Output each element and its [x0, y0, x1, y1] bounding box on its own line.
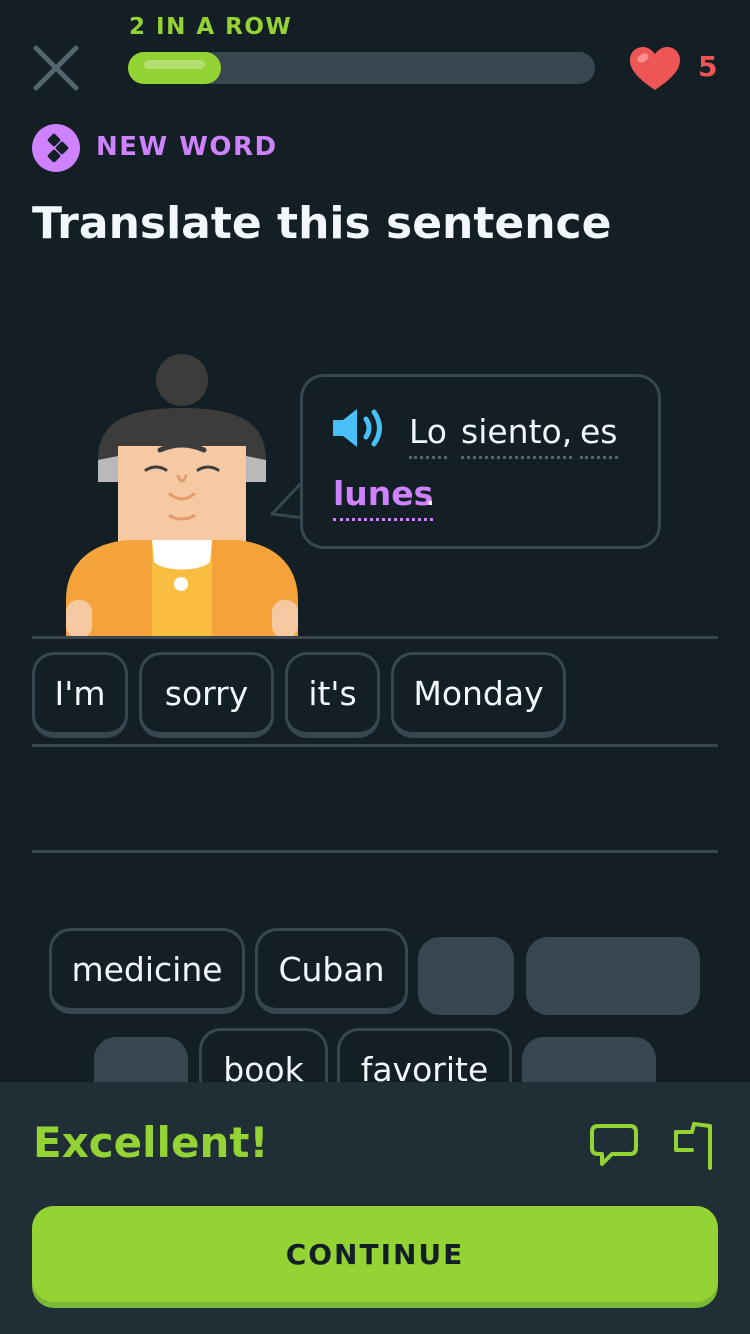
streak-label: 2 IN A ROW [129, 14, 293, 40]
prompt-word[interactable]: es [580, 412, 618, 459]
prompt-word[interactable]: Lo [409, 412, 447, 459]
new-word-badge: NEW WORD [96, 132, 278, 162]
answer-line [32, 744, 718, 747]
discuss-icon[interactable] [590, 1122, 638, 1168]
progress-fill [128, 52, 222, 84]
word-bank-tile[interactable]: Cuban [255, 928, 408, 1014]
heart-icon [630, 47, 680, 90]
answer-tile[interactable]: sorry [139, 652, 274, 738]
close-icon[interactable] [30, 42, 82, 94]
challenge-title: Translate this sentence [32, 198, 612, 249]
progress-shine [144, 60, 206, 69]
hearts-count: 5 [698, 50, 718, 83]
speaker-icon[interactable] [330, 404, 388, 452]
answer-tile[interactable]: Monday [391, 652, 566, 738]
new-word-icon [32, 124, 80, 172]
prompt-word[interactable]: siento, [461, 412, 573, 459]
word-bank-tile[interactable]: medicine [49, 928, 245, 1014]
answer-line [32, 850, 718, 853]
feedback-title: Excellent! [33, 1118, 269, 1167]
continue-button[interactable]: CONTINUE [32, 1206, 718, 1302]
flag-icon[interactable] [672, 1120, 716, 1170]
answer-line [32, 636, 718, 639]
progress-bar [128, 52, 595, 84]
lesson-screen: 2 IN A ROW 5 NEW WORD Translate this sen… [0, 0, 750, 1334]
character-illustration [66, 354, 298, 638]
answer-tile[interactable]: it's [285, 652, 380, 738]
answer-tile[interactable]: I'm [32, 652, 128, 738]
speech-bubble [300, 374, 661, 549]
word-bank-empty-slot [526, 937, 700, 1015]
prompt-punctuation: . [425, 474, 436, 513]
word-bank-empty-slot [418, 937, 514, 1015]
prompt-word-new[interactable]: lunes [333, 474, 434, 521]
